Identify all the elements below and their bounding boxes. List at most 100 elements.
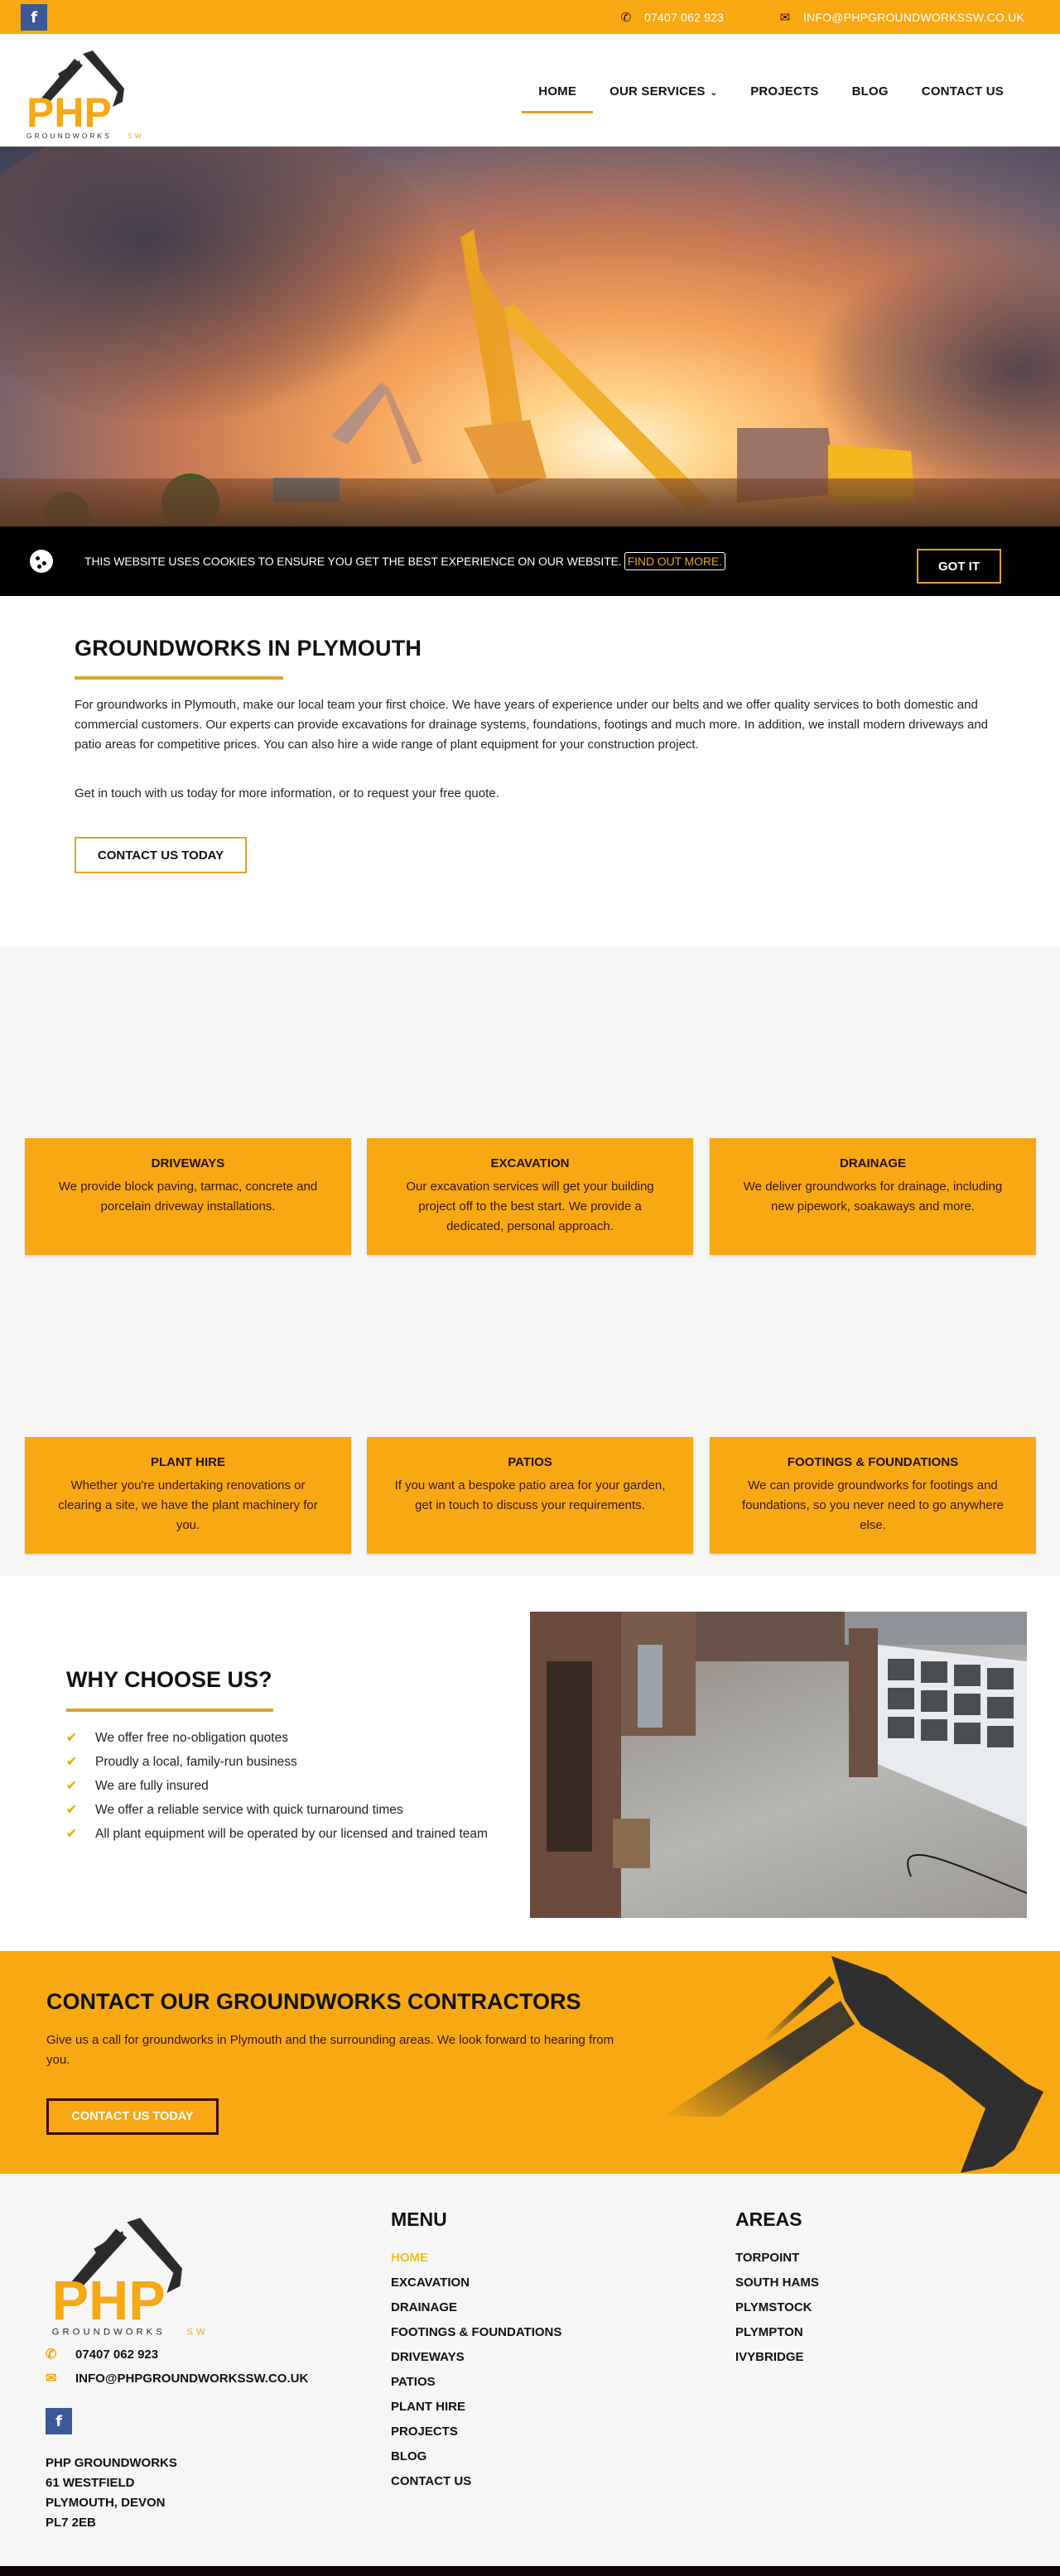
- address-line: PL7 2EB: [46, 2516, 96, 2530]
- list-item-text: Proudly a local, family-run business: [95, 1755, 297, 1769]
- block-paving-courtyard-photo: [530, 1612, 1027, 1918]
- service-card-excavation[interactable]: EXCAVATION Our excavation services will …: [367, 1138, 693, 1255]
- service-text: We deliver groundworks for drainage, inc…: [743, 1180, 1003, 1214]
- services-section: DRIVEWAYS We provide block paving, tarma…: [0, 947, 1060, 1576]
- check-icon: ✔: [66, 1803, 77, 1817]
- svg-text:GROUNDWORKS: GROUNDWORKS: [26, 132, 112, 140]
- nav-blog[interactable]: BLOG: [836, 80, 905, 113]
- contact-cta-section: CONTACT OUR GROUNDWORKS CONTRACTORS Give…: [0, 1951, 1060, 2174]
- footer-menu-driveways[interactable]: DRIVEWAYS: [391, 2349, 561, 2374]
- nav-our-services[interactable]: OUR SERVICES ⌄: [593, 80, 734, 113]
- service-title: EXCAVATION: [490, 1156, 570, 1170]
- service-title: PATIOS: [508, 1455, 552, 1469]
- phone-icon: ✆: [46, 2348, 57, 2362]
- why-title: WHY CHOOSE US?: [66, 1667, 272, 1692]
- cookie-banner: THIS WEBSITE USES COOKIES TO ENSURE YOU …: [0, 526, 1060, 596]
- list-item: ✔ We offer a reliable service with quick …: [66, 1800, 513, 1820]
- footer-logo[interactable]: PHP GROUNDWORKS SW: [46, 2207, 219, 2339]
- why-choose-us-section: WHY CHOOSE US? ✔ We offer free no-obligat…: [0, 1576, 1060, 1952]
- footer-menu: HOME EXCAVATION DRAINAGE FOOTINGS & FOUN…: [391, 2250, 561, 2498]
- topbar-email-link[interactable]: ✉ INFO@PHPGROUNDWORKSSW.CO.UK: [778, 0, 1024, 34]
- main-nav: HOME OUR SERVICES ⌄ PROJECTS BLOG CONTACT…: [522, 80, 1020, 113]
- footer-menu-contact-us[interactable]: CONTACT US: [391, 2473, 561, 2498]
- service-title: PLANT HIRE: [151, 1455, 225, 1469]
- intro-section: GROUNDWORKS IN PLYMOUTH For groundworks …: [0, 596, 1060, 947]
- facebook-button[interactable]: f: [21, 4, 47, 31]
- footer-area-south-hams[interactable]: SOUTH HAMS: [735, 2275, 819, 2300]
- logo-letters: PHP: [26, 89, 112, 136]
- nav-contact-us[interactable]: CONTACT US: [905, 80, 1020, 113]
- svg-text:SW: SW: [186, 2328, 208, 2338]
- footer-menu-patios[interactable]: PATIOS: [391, 2374, 561, 2399]
- photo-graphic: [530, 1612, 1027, 1918]
- footer-menu-home[interactable]: HOME: [391, 2250, 561, 2275]
- footer-menu-drainage[interactable]: DRAINAGE: [391, 2300, 561, 2324]
- footer-phone-link[interactable]: ✆ 07407 062 923: [46, 2346, 158, 2362]
- service-card-drainage[interactable]: DRAINAGE We deliver groundworks for drai…: [710, 1138, 1036, 1255]
- cookie-message: THIS WEBSITE USES COOKIES TO ENSURE YOU …: [84, 552, 725, 570]
- why-list: ✔ We offer free no-obligation quotes ✔ Pro…: [66, 1728, 513, 1848]
- service-card-footings-foundations[interactable]: FOOTINGS & FOUNDATIONS We can provide gr…: [710, 1437, 1036, 1554]
- svg-text:PHP: PHP: [26, 89, 112, 136]
- facebook-icon: f: [55, 2412, 62, 2430]
- nav-home[interactable]: HOME: [522, 80, 593, 113]
- address-line: 61 WESTFIELD: [46, 2476, 135, 2490]
- footer-area-ivybridge[interactable]: IVYBRIDGE: [735, 2349, 819, 2374]
- list-item: ✔ We offer free no-obligation quotes: [66, 1728, 513, 1748]
- address-line: PLYMOUTH, DEVON: [46, 2496, 166, 2510]
- svg-text:PHP: PHP: [52, 2271, 166, 2332]
- nav-projects-label: PROJECTS: [750, 84, 819, 99]
- nav-home-label: HOME: [538, 84, 577, 99]
- list-item: ✔ All plant equipment will be operated by…: [66, 1824, 513, 1844]
- envelope-icon: ✉: [779, 10, 791, 25]
- svg-text:GROUNDWORKS: GROUNDWORKS: [52, 2328, 166, 2338]
- footer-email-link[interactable]: ✉ INFO@PHPGROUNDWORKSSW.CO.UK: [46, 2370, 308, 2386]
- list-item-text: We offer a reliable service with quick t…: [95, 1803, 403, 1817]
- footer-menu-blog[interactable]: BLOG: [391, 2449, 561, 2473]
- service-card-driveways[interactable]: DRIVEWAYS We provide block paving, tarma…: [25, 1138, 351, 1255]
- footer-facebook-button[interactable]: f: [46, 2408, 72, 2434]
- bottom-bar: [0, 2566, 1060, 2576]
- service-text: Whether you're undertaking renovations o…: [58, 1478, 318, 1532]
- list-item-text: We are fully insured: [95, 1779, 209, 1793]
- footer-menu-excavation[interactable]: EXCAVATION: [391, 2275, 561, 2300]
- topbar-phone-text: 07407 062 923: [644, 10, 725, 24]
- service-card-plant-hire[interactable]: PLANT HIRE Whether you're undertaking re…: [25, 1437, 351, 1554]
- svg-text:SW: SW: [128, 132, 144, 140]
- cta-contact-us-today-button[interactable]: CONTACT US TODAY: [46, 2098, 219, 2135]
- list-item: ✔ Proudly a local, family-run business: [66, 1752, 513, 1772]
- service-title: FOOTINGS & FOUNDATIONS: [787, 1455, 959, 1469]
- footer-area-plympton[interactable]: PLYMPTON: [735, 2324, 819, 2349]
- service-card-patios[interactable]: PATIOS If you want a bespoke patio area …: [367, 1437, 693, 1554]
- check-icon: ✔: [66, 1827, 77, 1841]
- footer-area-torpoint[interactable]: TORPOINT: [735, 2250, 819, 2275]
- footer-email-text: INFO@PHPGROUNDWORKSSW.CO.UK: [75, 2371, 309, 2386]
- cookie-find-out-more-link[interactable]: FIND OUT MORE.: [624, 552, 725, 570]
- intro-paragraph-1: For groundworks in Plymouth, make our lo…: [75, 698, 989, 752]
- list-item: ✔ We are fully insured: [66, 1776, 513, 1796]
- footer-areas: TORPOINT SOUTH HAMS PLYMSTOCK PLYMPTON I…: [735, 2250, 819, 2374]
- address-line: PHP GROUNDWORKS: [46, 2456, 177, 2470]
- footer-phone-text: 07407 062 923: [75, 2347, 159, 2362]
- service-text: If you want a bespoke patio area for you…: [394, 1478, 666, 1512]
- footer-menu-footings-foundations[interactable]: FOOTINGS & FOUNDATIONS: [391, 2324, 561, 2349]
- topbar-phone-link[interactable]: ✆ 07407 062 923: [619, 0, 724, 34]
- footer-area-plymstock[interactable]: PLYMSTOCK: [735, 2300, 819, 2324]
- hero-excavator-graphic: [43, 229, 915, 528]
- title-underline: [66, 1709, 273, 1712]
- topbar-email-text: INFO@PHPGROUNDWORKSSW.CO.UK: [803, 10, 1024, 24]
- nav-projects[interactable]: PROJECTS: [734, 80, 835, 113]
- cookie-accept-button[interactable]: GOT IT: [917, 549, 1001, 584]
- cookie-icon: [30, 550, 53, 573]
- check-icon: ✔: [66, 1731, 77, 1745]
- footer-areas-title: AREAS: [735, 2208, 802, 2230]
- service-text: We provide block paving, tarmac, concret…: [58, 1180, 318, 1214]
- nav-blog-label: BLOG: [851, 84, 889, 99]
- contact-us-today-button[interactable]: CONTACT US TODAY: [75, 837, 247, 873]
- footer-menu-plant-hire[interactable]: PLANT HIRE: [391, 2399, 561, 2424]
- site-logo[interactable]: PHP GROUNDWORKS SW: [25, 42, 149, 142]
- footer-menu-title: MENU: [391, 2208, 447, 2230]
- nav-our-services-label: OUR SERVICES: [610, 84, 706, 99]
- hero-image-excavators-sunset: [0, 147, 1060, 528]
- footer-menu-projects[interactable]: PROJECTS: [391, 2424, 561, 2449]
